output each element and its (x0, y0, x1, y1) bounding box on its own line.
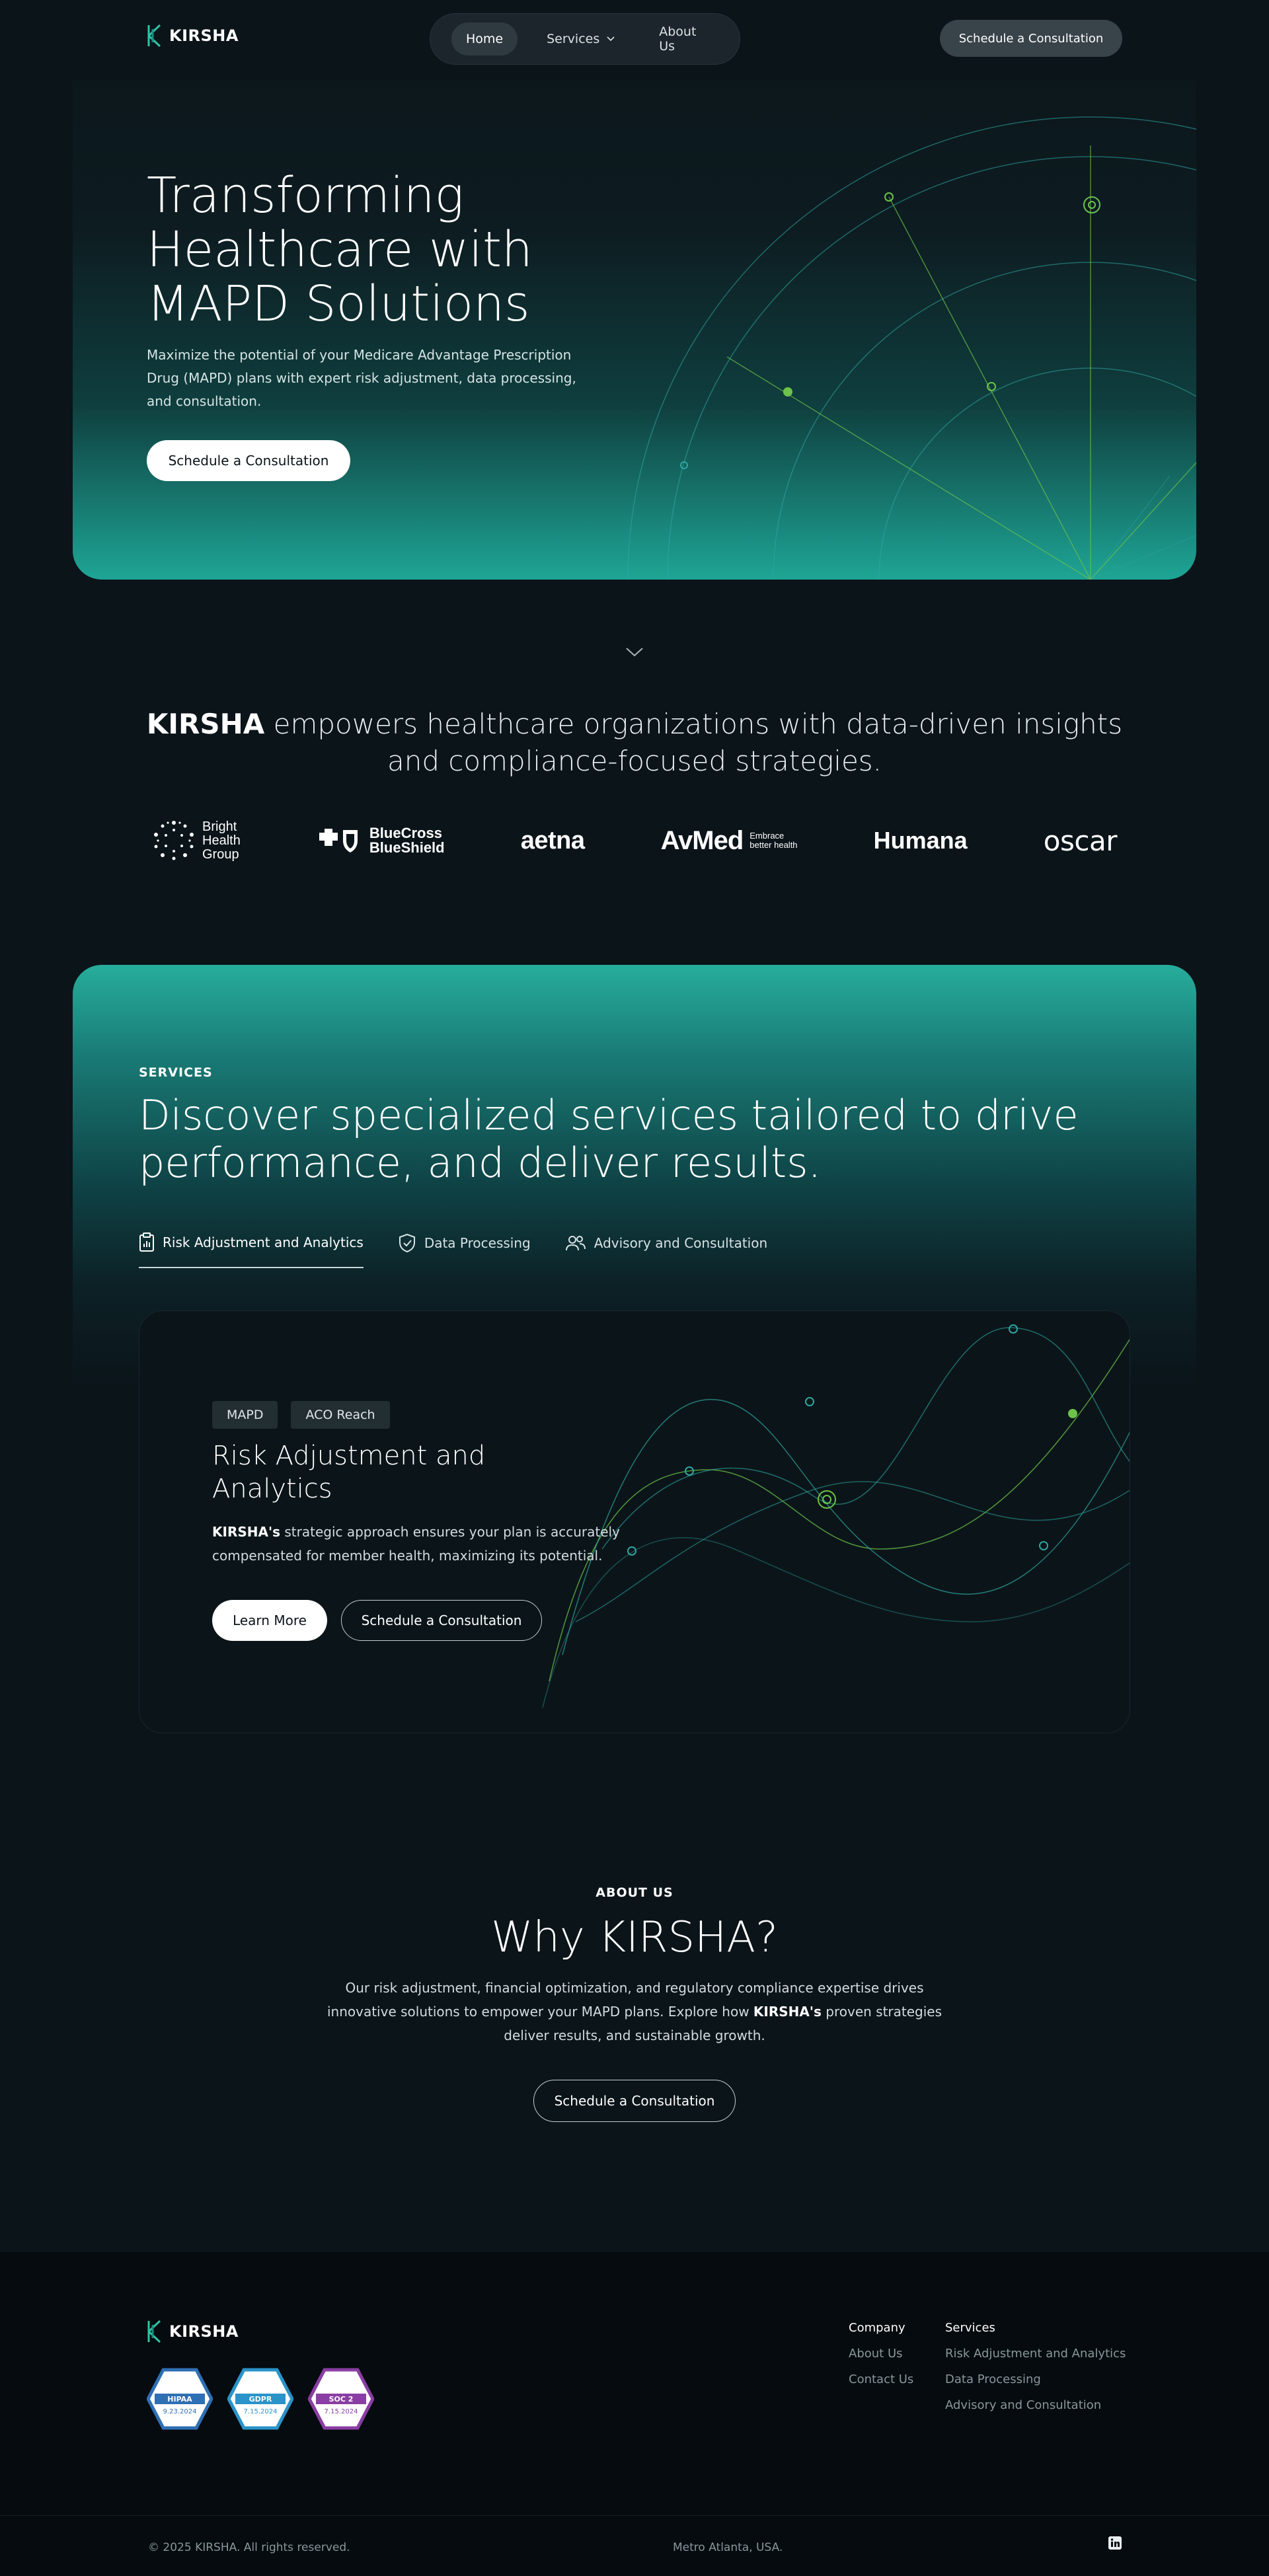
kirsha-mark-icon (147, 2320, 161, 2343)
tagline-text: empowers healthcare organizations with d… (264, 708, 1123, 777)
chip-mapd: MAPD (212, 1401, 278, 1429)
compliance-badges: HIPAA 9.23.2024 GDPR 7.15.2024 SOC 2 7.1… (147, 2367, 374, 2431)
linkedin-icon[interactable] (1108, 2536, 1122, 2550)
footer-company-heading: Company (849, 2321, 905, 2335)
service-card-title: Risk Adjustment and Analytics (212, 1441, 486, 1504)
badge-soc2-date: 7.15.2024 (325, 2408, 358, 2415)
badge-hipaa: HIPAA 9.23.2024 (147, 2367, 213, 2431)
main-nav: Home Services About Us (430, 13, 740, 65)
hero-subtitle: Maximize the potential of your Medicare … (147, 347, 576, 409)
location: Metro Atlanta, USA. (673, 2541, 783, 2554)
footer-link-risk[interactable]: Risk Adjustment and Analytics (945, 2347, 1126, 2361)
badge-soc2-title: SOC 2 (329, 2395, 354, 2404)
oscar-wordmark: oscar (1043, 824, 1118, 857)
partner-logo-humana: Humana (874, 827, 968, 854)
footer-services-heading: Services (945, 2321, 995, 2335)
services-eyebrow: SERVICES (139, 1065, 213, 1080)
badge-soc2: SOC 2 7.15.2024 (308, 2367, 374, 2431)
brand-name: KIRSHA (169, 26, 239, 45)
tagline: KIRSHA empowers healthcare organizations… (132, 706, 1137, 780)
footer-link-data[interactable]: Data Processing (945, 2372, 1126, 2386)
partner-logo-aetna: aetna (521, 827, 585, 855)
tab-data-processing[interactable]: Data Processing (398, 1232, 531, 1268)
about-eyebrow: ABOUT US (596, 1885, 673, 1900)
bcbs-line1: BlueCross (369, 825, 442, 841)
cross-shield-icon (319, 829, 358, 852)
kirsha-mark-icon (147, 24, 161, 48)
nav-services[interactable]: Services (532, 22, 630, 56)
gdpr-badge-icon: GDPR 7.15.2024 (227, 2368, 293, 2430)
learn-more-button[interactable]: Learn More (212, 1600, 327, 1641)
partner-logo-bcbs: BlueCross BlueShield (317, 826, 445, 855)
aetna-wordmark: aetna (520, 826, 585, 854)
tab-advisory[interactable]: Advisory and Consultation (565, 1232, 767, 1268)
partner-logo-bright-health: Bright Health Group (152, 819, 241, 862)
footer-link-advisory[interactable]: Advisory and Consultation (945, 2398, 1126, 2412)
humana-wordmark: Humana (873, 827, 968, 854)
clipboard-chart-icon (139, 1232, 154, 1252)
tab-advisory-label: Advisory and Consultation (594, 1235, 768, 1251)
service-chips: MAPD ACO Reach (212, 1401, 390, 1429)
sunburst-icon (154, 821, 194, 860)
bright-line2: Health (202, 833, 241, 848)
about-text-brand: KIRSHA's (753, 2004, 822, 2020)
footer-divider (0, 2515, 1269, 2516)
nav-home-label: Home (466, 32, 504, 46)
nav-about[interactable]: About Us (644, 15, 718, 63)
card-text-brand: KIRSHA's (212, 1524, 280, 1540)
hipaa-badge-icon: HIPAA 9.23.2024 (147, 2368, 213, 2430)
partner-logos: Bright Health Group BlueCross BlueShield… (152, 814, 1117, 867)
badge-gdpr-title: GDPR (249, 2395, 272, 2404)
hero-title: Transforming Healthcare with MAPD Soluti… (147, 167, 533, 332)
badge-hipaa-title: HIPAA (167, 2395, 192, 2404)
nav-home[interactable]: Home (451, 22, 518, 56)
nav-services-label: Services (547, 32, 600, 46)
nav-about-label: About Us (659, 24, 697, 54)
services-tabs: Risk Adjustment and Analytics Data Proce… (139, 1232, 802, 1268)
badge-hipaa-date: 9.23.2024 (163, 2408, 197, 2415)
about-schedule-button[interactable]: Schedule a Consultation (533, 2080, 736, 2122)
card-schedule-button[interactable]: Schedule a Consultation (341, 1600, 542, 1641)
partner-logo-avmed: AvMed Embrace better health (661, 826, 798, 856)
brand-logo[interactable]: KIRSHA (147, 24, 239, 48)
service-card-text: KIRSHA's strategic approach ensures your… (212, 1520, 635, 1568)
hero-schedule-button[interactable]: Schedule a Consultation (147, 440, 350, 481)
services-title: Discover specialized services tailored t… (139, 1091, 1079, 1187)
chevron-down-icon (607, 36, 615, 42)
tab-risk-adjustment[interactable]: Risk Adjustment and Analytics (139, 1232, 364, 1268)
bright-line1: Bright (202, 819, 237, 834)
soc2-badge-icon: SOC 2 7.15.2024 (308, 2368, 374, 2430)
bright-line3: Group (202, 847, 239, 862)
avmed-line2: Embrace (750, 831, 785, 841)
avmed-line3: better health (750, 840, 798, 850)
shield-check-icon (399, 1233, 415, 1253)
copyright: © 2025 KIRSHA. All rights reserved. (148, 2541, 350, 2554)
tagline-brand: KIRSHA (146, 708, 265, 740)
about-text: Our risk adjustment, financial optimizat… (317, 1976, 952, 2047)
bcbs-line2: BlueShield (369, 839, 445, 856)
users-icon (565, 1236, 586, 1251)
footer-brand-logo[interactable]: KIRSHA (147, 2320, 239, 2343)
nav-schedule-button[interactable]: Schedule a Consultation (940, 20, 1122, 57)
footer-link-about[interactable]: About Us (849, 2347, 913, 2361)
about-title: Why KIRSHA? (491, 1913, 778, 1962)
footer-services-col: Services Risk Adjustment and Analytics D… (945, 2321, 1126, 2412)
chip-aco-reach: ACO Reach (291, 1401, 390, 1429)
tab-data-processing-label: Data Processing (424, 1235, 531, 1251)
badge-gdpr-date: 7.15.2024 (244, 2408, 278, 2415)
footer-brand-name: KIRSHA (169, 2322, 239, 2341)
avmed-wordmark: AvMed (660, 825, 744, 855)
badge-gdpr: GDPR 7.15.2024 (227, 2367, 293, 2431)
scroll-down-chevron-icon[interactable] (621, 644, 648, 660)
footer-company-col: Company About Us Contact Us (849, 2321, 913, 2386)
partner-logo-oscar: oscar (1043, 824, 1118, 857)
footer-link-contact[interactable]: Contact Us (849, 2372, 913, 2386)
tab-risk-adjustment-label: Risk Adjustment and Analytics (163, 1234, 364, 1250)
